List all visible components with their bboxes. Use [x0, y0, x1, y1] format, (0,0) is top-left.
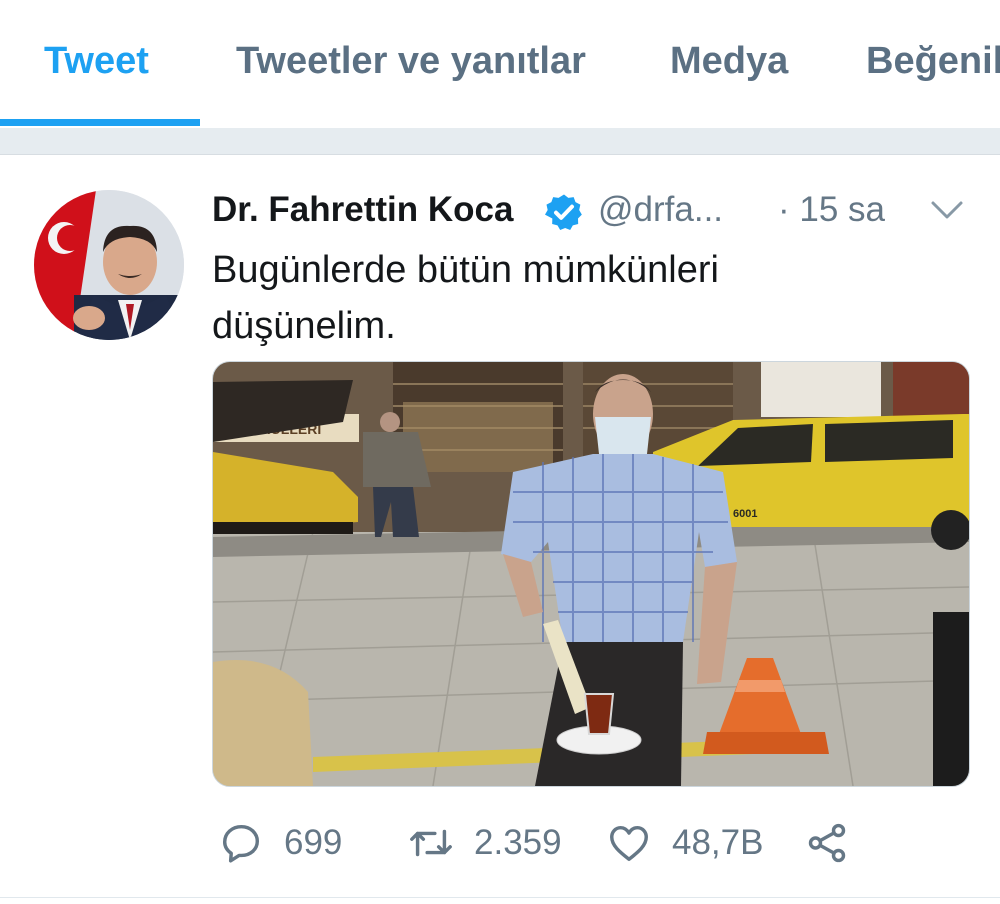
- taxi-number-text: 6001: [733, 508, 757, 520]
- active-tab-indicator: [0, 119, 200, 126]
- tweet-actions: 699 2.359 48,7B: [212, 818, 972, 868]
- like-count: 48,7B: [672, 823, 764, 862]
- reply-count: 699: [284, 823, 343, 862]
- tweet-time[interactable]: · 15 sa: [778, 190, 885, 230]
- tweet-text-line: Bugünlerde bütün mümkünleri: [212, 249, 719, 291]
- tweet-photo: MÜLLERI 6001: [213, 362, 969, 786]
- retweet-icon: [410, 829, 452, 857]
- verified-badge-icon: [545, 194, 582, 230]
- avatar[interactable]: [34, 190, 184, 340]
- like-action[interactable]: 48,7B: [606, 818, 763, 868]
- tab-tweets-and-replies[interactable]: Tweetler ve yanıtlar: [236, 40, 586, 83]
- author-handle[interactable]: @drfa...: [598, 190, 723, 230]
- tweet-text-line: düşünelim.: [212, 305, 396, 347]
- tweet-text: Bugünlerde bütün mümkünleri düşünelim.: [212, 242, 952, 354]
- chevron-down-icon[interactable]: [930, 196, 964, 224]
- share-action[interactable]: [804, 818, 850, 868]
- reply-action[interactable]: 699: [218, 818, 342, 868]
- section-separator: [0, 128, 1000, 155]
- retweet-count: 2.359: [474, 823, 562, 862]
- share-icon: [808, 823, 846, 863]
- tab-media[interactable]: Medya: [670, 40, 788, 83]
- author-name[interactable]: Dr. Fahrettin Koca: [212, 190, 513, 230]
- retweet-action[interactable]: 2.359: [408, 818, 562, 868]
- avatar-image: [34, 190, 184, 340]
- heart-icon: [610, 825, 648, 862]
- profile-tabs: Tweet Tweetler ve yanıtlar Medya Beğenil: [0, 0, 1000, 129]
- tab-likes[interactable]: Beğenil: [866, 40, 1000, 83]
- tab-tweets[interactable]: Tweet: [44, 40, 149, 83]
- reply-icon: [222, 824, 260, 863]
- tweet-media[interactable]: MÜLLERI 6001: [212, 361, 970, 787]
- tweet-divider: [0, 897, 1000, 898]
- tweet-header: Dr. Fahrettin Koca @drfa... · 15 sa: [212, 186, 982, 236]
